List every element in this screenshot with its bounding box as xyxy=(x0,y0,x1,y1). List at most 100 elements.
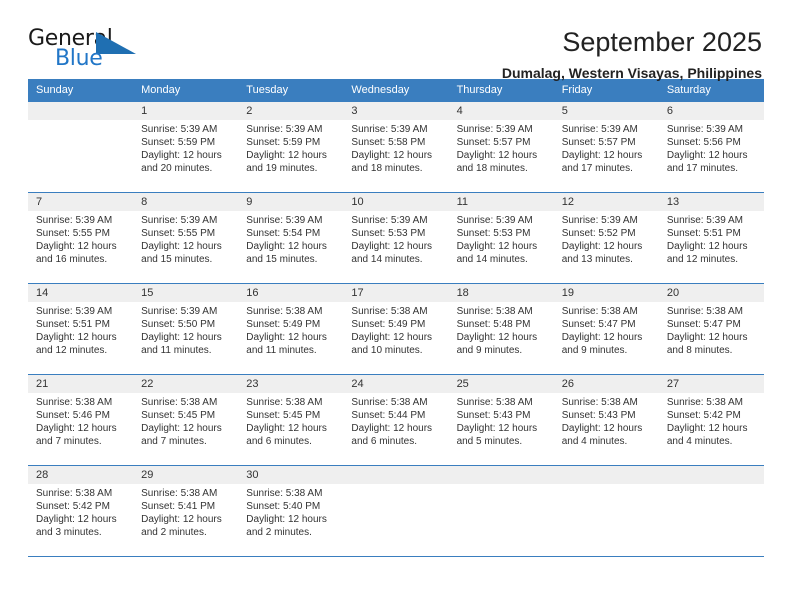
day-daylight-line1-text: Daylight: 12 hours xyxy=(141,423,222,434)
calendar-day-cell[interactable]: 1 Sunrise: 5:39 AM Sunset: 5:59 PM Daylight… xyxy=(133,101,239,193)
day-details: Sunrise: 5:39 AM Sunset: 5:53 PM Daylight:… xyxy=(449,211,554,266)
calendar-day-cell[interactable]: 12 Sunrise: 5:39 AM Sunset: 5:52 PM Dayligh… xyxy=(553,192,659,284)
day-daylight-line1-text: Daylight: 12 hours xyxy=(141,150,222,161)
day-sunset-text: Sunset: 5:59 PM xyxy=(141,137,216,148)
day-number: 25 xyxy=(448,375,554,393)
calendar-day-cell[interactable]: 3 Sunrise: 5:39 AM Sunset: 5:58 PM Daylight… xyxy=(343,101,449,193)
day-details: Sunrise: 5:39 AM Sunset: 5:54 PM Daylight:… xyxy=(238,211,343,266)
day-daylight-line1-text: Daylight: 12 hours xyxy=(141,514,222,525)
day-sunset-text: Sunset: 5:50 PM xyxy=(141,319,216,330)
day-daylight-line2-text: and 10 minutes. xyxy=(351,345,423,356)
calendar-day-cell[interactable]: 18 Sunrise: 5:38 AM Sunset: 5:48 PM Dayligh… xyxy=(448,283,554,375)
day-box: 1 Sunrise: 5:39 AM Sunset: 5:59 PM Daylight… xyxy=(133,102,239,192)
day-number: 15 xyxy=(133,284,239,302)
day-number: 4 xyxy=(448,102,554,120)
day-sunset-text: Sunset: 5:43 PM xyxy=(561,410,636,421)
day-sunrise-text: Sunrise: 5:39 AM xyxy=(666,215,743,226)
day-sunset-text: Sunset: 5:46 PM xyxy=(36,410,110,421)
day-daylight-line2-text: and 7 minutes. xyxy=(141,436,207,447)
day-daylight-line2-text: and 4 minutes. xyxy=(666,436,733,447)
day-number: 2 xyxy=(238,102,344,120)
calendar-day-cell[interactable]: 28 Sunrise: 5:38 AM Sunset: 5:42 PM Dayligh… xyxy=(28,465,134,557)
calendar-day-cell[interactable]: 13 Sunrise: 5:39 AM Sunset: 5:51 PM Dayligh… xyxy=(658,192,764,284)
calendar-day-cell[interactable]: 7 Sunrise: 5:39 AM Sunset: 5:55 PM Daylight… xyxy=(28,192,134,284)
day-sunrise-text: Sunrise: 5:38 AM xyxy=(36,397,113,408)
calendar-day-cell[interactable]: 26 Sunrise: 5:38 AM Sunset: 5:43 PM Dayligh… xyxy=(553,374,659,466)
day-daylight-line2-text: and 8 minutes. xyxy=(666,345,733,356)
day-number: 22 xyxy=(133,375,239,393)
calendar-day-cell[interactable]: 22 Sunrise: 5:38 AM Sunset: 5:45 PM Dayligh… xyxy=(133,374,239,466)
day-sunrise-text: Sunrise: 5:39 AM xyxy=(561,215,638,226)
day-daylight-line1-text: Daylight: 12 hours xyxy=(561,423,643,434)
day-daylight-line2-text: and 14 minutes. xyxy=(351,254,423,265)
day-daylight-line1-text: Daylight: 12 hours xyxy=(351,150,433,161)
day-details: Sunrise: 5:39 AM Sunset: 5:51 PM Daylight:… xyxy=(28,302,133,357)
calendar-day-cell[interactable]: 19 Sunrise: 5:38 AM Sunset: 5:47 PM Dayligh… xyxy=(553,283,659,375)
day-sunrise-text: Sunrise: 5:39 AM xyxy=(36,306,113,317)
day-box: 7 Sunrise: 5:39 AM Sunset: 5:55 PM Daylight… xyxy=(28,193,134,283)
calendar-day-cell[interactable]: 30 Sunrise: 5:38 AM Sunset: 5:40 PM Dayligh… xyxy=(238,465,344,557)
day-number xyxy=(28,102,134,120)
day-daylight-line1-text: Daylight: 12 hours xyxy=(246,150,327,161)
calendar-day-cell[interactable]: 27 Sunrise: 5:38 AM Sunset: 5:42 PM Dayligh… xyxy=(658,374,764,466)
calendar-day-cell[interactable]: 9 Sunrise: 5:39 AM Sunset: 5:54 PM Daylight… xyxy=(238,192,344,284)
day-number: 29 xyxy=(133,466,239,484)
calendar-day-cell[interactable]: 5 Sunrise: 5:39 AM Sunset: 5:57 PM Daylight… xyxy=(553,101,659,193)
calendar-day-cell[interactable]: 15 Sunrise: 5:39 AM Sunset: 5:50 PM Dayligh… xyxy=(133,283,239,375)
calendar-day-cell[interactable]: 29 Sunrise: 5:38 AM Sunset: 5:41 PM Dayligh… xyxy=(133,465,239,557)
day-number: 27 xyxy=(658,375,764,393)
day-box xyxy=(28,102,134,192)
day-box xyxy=(553,466,659,556)
calendar-day-cell[interactable]: 4 Sunrise: 5:39 AM Sunset: 5:57 PM Daylight… xyxy=(448,101,554,193)
day-box: 26 Sunrise: 5:38 AM Sunset: 5:43 PM Dayligh… xyxy=(553,375,659,465)
day-sunrise-text: Sunrise: 5:38 AM xyxy=(456,306,533,317)
day-details xyxy=(554,484,659,487)
calendar-day-cell[interactable]: 6 Sunrise: 5:39 AM Sunset: 5:56 PM Daylight… xyxy=(658,101,764,193)
day-number: 8 xyxy=(133,193,239,211)
day-details: Sunrise: 5:39 AM Sunset: 5:59 PM Daylight:… xyxy=(238,120,343,175)
day-box: 15 Sunrise: 5:39 AM Sunset: 5:50 PM Dayligh… xyxy=(133,284,239,374)
day-daylight-line2-text: and 19 minutes. xyxy=(246,163,318,174)
day-daylight-line1-text: Daylight: 12 hours xyxy=(561,150,643,161)
general-blue-logo[interactable]: General Blue xyxy=(28,26,140,72)
calendar-day-cell[interactable]: 20 Sunrise: 5:38 AM Sunset: 5:47 PM Dayligh… xyxy=(658,283,764,375)
day-sunrise-text: Sunrise: 5:38 AM xyxy=(141,397,218,408)
calendar-day-cell[interactable]: 11 Sunrise: 5:39 AM Sunset: 5:53 PM Dayligh… xyxy=(448,192,554,284)
day-sunset-text: Sunset: 5:42 PM xyxy=(36,501,110,512)
day-details: Sunrise: 5:38 AM Sunset: 5:49 PM Daylight:… xyxy=(238,302,343,357)
day-sunset-text: Sunset: 5:47 PM xyxy=(561,319,636,330)
calendar-day-cell[interactable]: 10 Sunrise: 5:39 AM Sunset: 5:53 PM Dayligh… xyxy=(343,192,449,284)
day-details: Sunrise: 5:39 AM Sunset: 5:57 PM Daylight:… xyxy=(449,120,554,175)
calendar-day-cell[interactable]: 14 Sunrise: 5:39 AM Sunset: 5:51 PM Dayligh… xyxy=(28,283,134,375)
calendar-day-cell[interactable]: 25 Sunrise: 5:38 AM Sunset: 5:43 PM Dayligh… xyxy=(448,374,554,466)
day-sunrise-text: Sunrise: 5:38 AM xyxy=(561,306,638,317)
day-daylight-line1-text: Daylight: 12 hours xyxy=(141,332,222,343)
day-sunset-text: Sunset: 5:42 PM xyxy=(666,410,741,421)
day-details: Sunrise: 5:38 AM Sunset: 5:42 PM Daylight:… xyxy=(28,484,133,539)
day-number: 12 xyxy=(553,193,659,211)
day-sunrise-text: Sunrise: 5:39 AM xyxy=(36,215,113,226)
day-details: Sunrise: 5:38 AM Sunset: 5:42 PM Daylight:… xyxy=(659,393,764,448)
day-daylight-line2-text: and 15 minutes. xyxy=(141,254,213,265)
day-sunset-text: Sunset: 5:57 PM xyxy=(456,137,531,148)
day-details: Sunrise: 5:39 AM Sunset: 5:51 PM Daylight:… xyxy=(659,211,764,266)
day-sunrise-text: Sunrise: 5:38 AM xyxy=(246,397,323,408)
day-box: 6 Sunrise: 5:39 AM Sunset: 5:56 PM Daylight… xyxy=(658,102,764,192)
day-sunrise-text: Sunrise: 5:39 AM xyxy=(141,124,218,135)
calendar-day-cell[interactable]: 24 Sunrise: 5:38 AM Sunset: 5:44 PM Dayligh… xyxy=(343,374,449,466)
day-box: 29 Sunrise: 5:38 AM Sunset: 5:41 PM Dayligh… xyxy=(133,466,239,556)
calendar-day-cell[interactable]: 17 Sunrise: 5:38 AM Sunset: 5:49 PM Dayligh… xyxy=(343,283,449,375)
day-sunrise-text: Sunrise: 5:39 AM xyxy=(351,215,428,226)
day-sunset-text: Sunset: 5:59 PM xyxy=(246,137,321,148)
day-daylight-line2-text: and 12 minutes. xyxy=(666,254,739,265)
calendar-day-cell[interactable]: 23 Sunrise: 5:38 AM Sunset: 5:45 PM Dayligh… xyxy=(238,374,344,466)
day-sunset-text: Sunset: 5:58 PM xyxy=(351,137,426,148)
day-daylight-line1-text: Daylight: 12 hours xyxy=(36,332,117,343)
day-sunrise-text: Sunrise: 5:39 AM xyxy=(141,215,218,226)
day-box: 21 Sunrise: 5:38 AM Sunset: 5:46 PM Dayligh… xyxy=(28,375,134,465)
day-sunset-text: Sunset: 5:48 PM xyxy=(456,319,531,330)
calendar-day-cell[interactable]: 8 Sunrise: 5:39 AM Sunset: 5:55 PM Daylight… xyxy=(133,192,239,284)
calendar-day-cell[interactable]: 21 Sunrise: 5:38 AM Sunset: 5:46 PM Dayligh… xyxy=(28,374,134,466)
calendar-day-cell[interactable]: 2 Sunrise: 5:39 AM Sunset: 5:59 PM Daylight… xyxy=(238,101,344,193)
calendar-day-cell[interactable]: 16 Sunrise: 5:38 AM Sunset: 5:49 PM Dayligh… xyxy=(238,283,344,375)
